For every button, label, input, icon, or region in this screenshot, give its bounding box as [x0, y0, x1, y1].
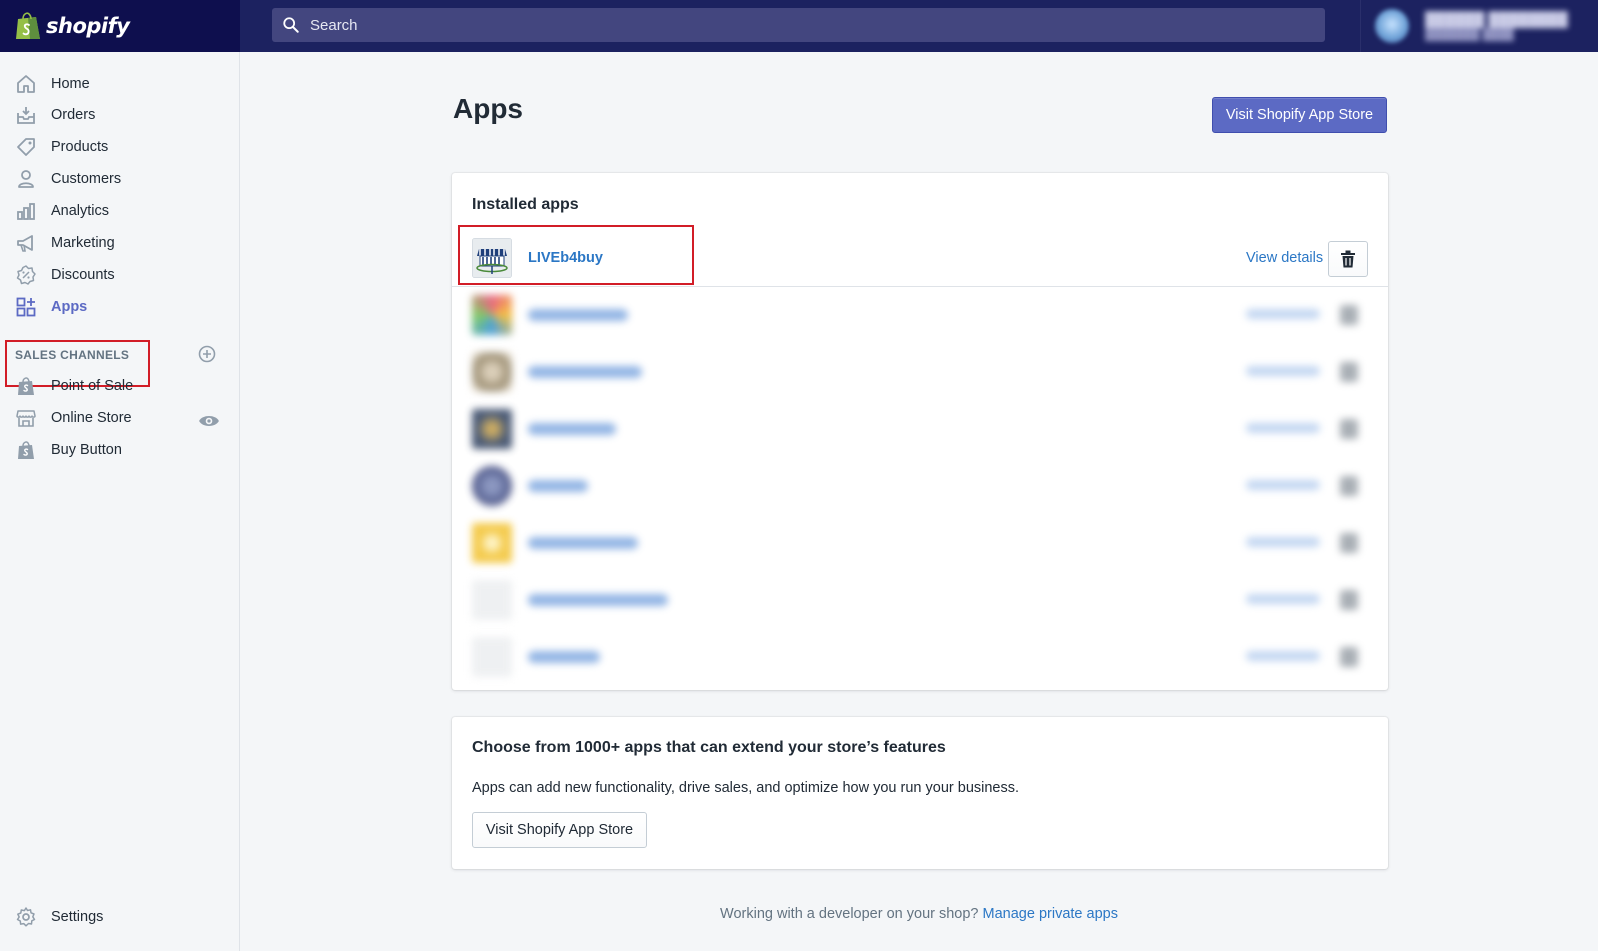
app-row-redacted	[452, 572, 1388, 629]
app-icon	[472, 409, 512, 449]
promo-heading: Choose from 1000+ apps that can extend y…	[472, 739, 946, 756]
user-menu[interactable]: ██████ ████████ ███████ ████	[1360, 0, 1598, 52]
app-icon	[472, 580, 512, 620]
sidebar-item-products[interactable]: Products	[0, 131, 240, 163]
trash-icon	[1341, 250, 1355, 268]
tag-icon	[17, 138, 35, 156]
logo-text: shopify	[46, 14, 130, 38]
sidebar-item-marketing[interactable]: Marketing	[0, 227, 240, 259]
sidebar-item-online-store[interactable]: Online Store	[0, 402, 240, 434]
add-channel-icon[interactable]	[198, 345, 216, 363]
search-icon	[283, 17, 299, 33]
sidebar-item-label: Orders	[51, 107, 96, 123]
footer-help: Working with a developer on your shop? M…	[0, 906, 1598, 922]
page-title: Apps	[453, 93, 523, 124]
sidebar-item-buy-button[interactable]: Buy Button	[0, 434, 240, 466]
sidebar-item-label: Point of Sale	[51, 378, 134, 394]
sidebar: Home Orders Products Customers Analytics…	[0, 52, 240, 951]
shopify-logo[interactable]: shopify	[0, 0, 240, 52]
sidebar-item-analytics[interactable]: Analytics	[0, 195, 240, 227]
visit-app-store-button[interactable]: Visit Shopify App Store	[1212, 97, 1387, 133]
app-icon	[472, 523, 512, 563]
app-row-redacted	[452, 458, 1388, 515]
app-icon	[472, 295, 512, 335]
shopping-bag-icon	[18, 441, 34, 459]
annotation-highlight-box	[458, 225, 694, 285]
footer-text: Working with a developer on your shop?	[720, 906, 979, 922]
sidebar-item-discounts[interactable]: Discounts	[0, 259, 240, 291]
orders-icon	[17, 107, 35, 124]
delete-app-button[interactable]	[1328, 241, 1368, 277]
megaphone-icon	[17, 235, 33, 252]
avatar	[1375, 9, 1409, 43]
sidebar-item-label: Online Store	[51, 410, 132, 426]
app-icon	[472, 466, 512, 506]
home-icon	[17, 75, 35, 93]
store-icon	[16, 410, 36, 427]
search-input[interactable]: Search	[272, 8, 1325, 42]
bar-chart-icon	[17, 203, 35, 220]
installed-apps-heading: Installed apps	[472, 196, 579, 213]
sidebar-item-label: Analytics	[51, 203, 110, 219]
app-row-redacted	[452, 401, 1388, 458]
sales-channels-heading: SALES CHANNELS	[15, 348, 130, 362]
discount-icon	[16, 265, 36, 285]
sidebar-item-orders[interactable]: Orders	[0, 99, 240, 131]
sidebar-item-label: Home	[51, 76, 90, 92]
sidebar-item-label: Products	[51, 139, 109, 155]
sidebar-item-apps[interactable]: Apps	[0, 291, 240, 323]
sidebar-item-label: Buy Button	[51, 442, 122, 458]
shopify-bag-icon	[16, 12, 40, 39]
app-icon	[472, 352, 512, 392]
app-row-redacted	[452, 515, 1388, 572]
sidebar-item-label: Apps	[51, 299, 88, 315]
app-row-redacted	[452, 287, 1388, 344]
shopping-bag-icon	[18, 377, 34, 395]
app-row-redacted	[452, 629, 1388, 686]
sidebar-item-point-of-sale[interactable]: Point of Sale	[0, 370, 240, 402]
app-store-promo-card: Choose from 1000+ apps that can extend y…	[452, 717, 1388, 869]
view-details-link[interactable]: View details	[1246, 250, 1323, 266]
search-placeholder: Search	[310, 16, 358, 34]
sidebar-item-home[interactable]: Home	[0, 68, 240, 100]
promo-description: Apps can add new functionality, drive sa…	[472, 780, 1020, 796]
manage-private-apps-link[interactable]: Manage private apps	[983, 906, 1118, 922]
eye-icon[interactable]	[198, 410, 220, 432]
visit-app-store-secondary-button[interactable]: Visit Shopify App Store	[472, 812, 647, 848]
top-bar: shopify Search ██████ ████████ ███████ █…	[0, 0, 1598, 52]
app-row-redacted	[452, 344, 1388, 401]
apps-icon	[16, 297, 36, 317]
user-info-redacted: ██████ ████████ ███████ ████	[1425, 11, 1568, 41]
sidebar-item-label: Customers	[51, 171, 122, 187]
sidebar-item-label: Discounts	[51, 267, 115, 283]
sidebar-item-label: Marketing	[51, 235, 115, 251]
app-icon	[472, 637, 512, 677]
sidebar-item-customers[interactable]: Customers	[0, 163, 240, 195]
person-icon	[18, 170, 34, 188]
